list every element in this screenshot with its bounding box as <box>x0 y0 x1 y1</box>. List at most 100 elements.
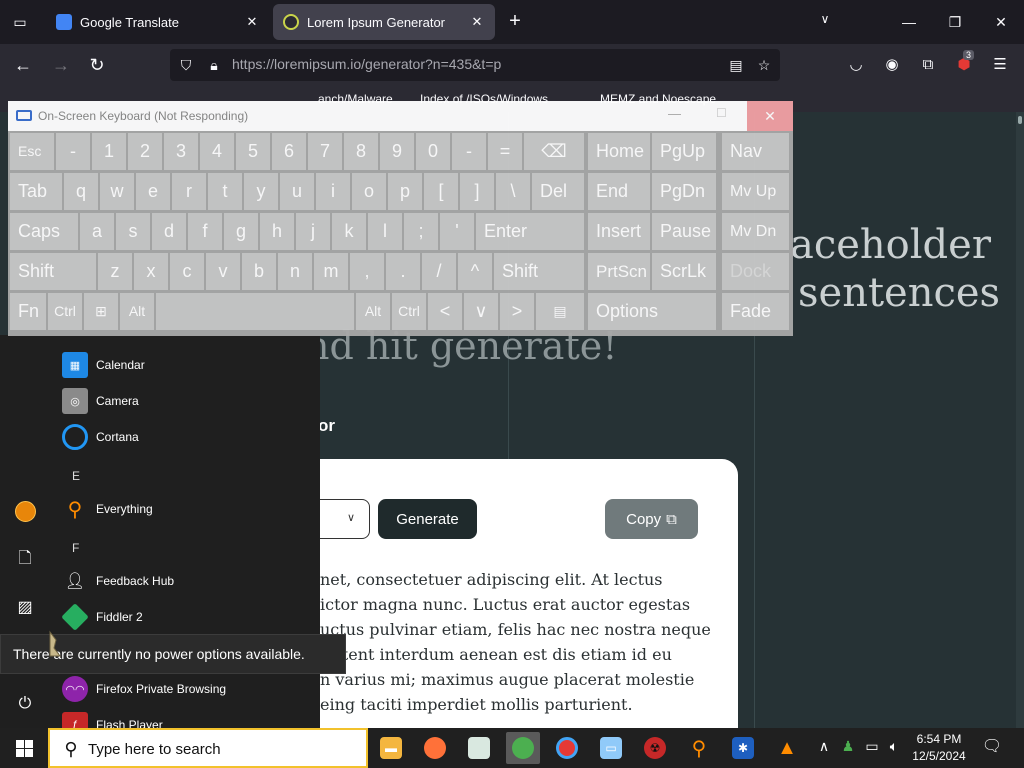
key-dock[interactable]: Dock <box>722 253 789 290</box>
restore-window-icon[interactable]: ❐ <box>932 8 978 36</box>
key[interactable]: r <box>172 173 206 210</box>
key[interactable]: h <box>260 213 294 250</box>
key[interactable]: 0 <box>416 133 450 170</box>
key[interactable]: e <box>136 173 170 210</box>
list-item[interactable]: 👤︎ Feedback Hub <box>62 564 174 598</box>
key-left-arrow[interactable]: < <box>428 293 462 330</box>
chrome-taskbar-icon[interactable] <box>550 732 584 764</box>
key[interactable]: \ <box>496 173 530 210</box>
notification-center-icon[interactable]: 🗨︎ <box>980 736 1004 760</box>
list-item[interactable]: ⚲ Everything <box>62 492 153 526</box>
key[interactable]: 2 <box>128 133 162 170</box>
key[interactable]: ; <box>404 213 438 250</box>
everything-taskbar-icon[interactable]: ⚲ <box>682 732 716 764</box>
key-down-arrow[interactable]: ∨ <box>464 293 498 330</box>
url-bar[interactable]: ⛉ 🔒︎ https://loremipsum.io/generator?n=4… <box>170 49 780 81</box>
maximize-icon[interactable]: ☐ <box>716 106 727 120</box>
url-text[interactable]: https://loremipsum.io/generator?n=435&t=… <box>232 56 501 72</box>
key-shift-right[interactable]: Shift <box>494 253 584 290</box>
key-up-arrow[interactable]: ^ <box>458 253 492 290</box>
key-end[interactable]: End <box>588 173 650 210</box>
menu-key-icon[interactable]: ▤ <box>536 293 584 330</box>
account-icon[interactable]: ◉ <box>880 53 904 77</box>
close-icon[interactable]: ✕ <box>747 101 793 131</box>
firefox-taskbar-icon[interactable] <box>418 732 452 764</box>
vlc-taskbar-icon[interactable]: ▲ <box>770 732 804 764</box>
key[interactable]: 8 <box>344 133 378 170</box>
key[interactable]: u <box>280 173 314 210</box>
section-letter[interactable]: E <box>72 469 80 483</box>
forward-icon[interactable]: → <box>48 52 74 78</box>
extensions-icon[interactable]: ⧉ <box>916 53 940 77</box>
key-mv-up[interactable]: Mv Up <box>722 173 789 210</box>
volume-icon[interactable]: 🔈︎ <box>884 738 904 755</box>
key-prtscn[interactable]: PrtScn <box>588 253 650 290</box>
key-ctrl-left[interactable]: Ctrl <box>48 293 82 330</box>
list-item[interactable]: ◎ Camera <box>62 384 139 418</box>
key[interactable]: l <box>368 213 402 250</box>
key[interactable]: / <box>422 253 456 290</box>
close-tab-icon[interactable]: ✕ <box>244 14 260 30</box>
key-home[interactable]: Home <box>588 133 650 170</box>
new-tab-icon[interactable]: + <box>503 10 527 34</box>
key[interactable]: 9 <box>380 133 414 170</box>
tab-lorem-ipsum[interactable]: Lorem Ipsum Generator ✕ <box>273 4 495 40</box>
key-alt-right[interactable]: Alt <box>356 293 390 330</box>
list-item[interactable]: Fiddler 2 <box>61 600 143 634</box>
people-taskbar-icon[interactable] <box>506 732 540 764</box>
key[interactable]: q <box>64 173 98 210</box>
key-pgup[interactable]: PgUp <box>652 133 716 170</box>
list-item[interactable]: Cortana <box>62 420 139 454</box>
generate-button[interactable]: Generate <box>378 499 477 539</box>
hamburger-menu-icon[interactable]: ☰ <box>988 53 1012 77</box>
key[interactable]: 3 <box>164 133 198 170</box>
power-icon[interactable]: ⏻ <box>13 692 37 716</box>
tracking-protection-icon[interactable]: ⛉ <box>176 55 196 75</box>
key-scrlk[interactable]: ScrLk <box>652 253 716 290</box>
key[interactable]: ' <box>440 213 474 250</box>
key[interactable]: j <box>296 213 330 250</box>
notepad-taskbar-icon[interactable] <box>462 732 496 764</box>
documents-icon[interactable]: 🗋︎ <box>13 547 37 571</box>
key-mv-dn[interactable]: Mv Dn <box>722 213 789 250</box>
key-fade[interactable]: Fade <box>722 293 789 330</box>
key[interactable]: 4 <box>200 133 234 170</box>
key[interactable]: = <box>488 133 522 170</box>
reload-icon[interactable]: ↻ <box>84 52 110 78</box>
list-item[interactable]: ▦ Calendar <box>62 348 145 382</box>
user-avatar[interactable] <box>15 501 36 522</box>
windows-key-icon[interactable]: ⊞ <box>84 293 118 330</box>
key-insert[interactable]: Insert <box>588 213 650 250</box>
key[interactable]: a <box>80 213 114 250</box>
key-options[interactable]: Options <box>588 293 716 330</box>
key-right-arrow[interactable]: > <box>500 293 534 330</box>
key[interactable]: 1 <box>92 133 126 170</box>
key[interactable]: y <box>244 173 278 210</box>
key[interactable]: p <box>388 173 422 210</box>
key[interactable]: t <box>208 173 242 210</box>
key[interactable]: g <box>224 213 258 250</box>
show-hidden-icons-icon[interactable]: ∧ <box>814 738 834 755</box>
key[interactable]: k <box>332 213 366 250</box>
minimize-icon[interactable]: — <box>668 106 681 121</box>
key[interactable]: d <box>152 213 186 250</box>
key[interactable]: z <box>98 253 132 290</box>
key[interactable]: . <box>386 253 420 290</box>
key[interactable]: , <box>350 253 384 290</box>
key-esc[interactable]: Esc <box>10 133 54 170</box>
key[interactable]: [ <box>424 173 458 210</box>
list-item[interactable]: ◠◠ Firefox Private Browsing <box>62 672 226 706</box>
bookmark-star-icon[interactable]: ☆ <box>754 55 774 75</box>
list-item[interactable]: ƒ Flash Player <box>62 708 163 728</box>
key-nav[interactable]: Nav <box>722 133 789 170</box>
close-tab-icon[interactable]: ✕ <box>469 14 485 30</box>
key[interactable]: b <box>242 253 276 290</box>
key[interactable]: - <box>56 133 90 170</box>
osk-titlebar[interactable]: On-Screen Keyboard (Not Responding) — ☐ … <box>8 101 793 131</box>
key[interactable]: ] <box>460 173 494 210</box>
tab-google-translate[interactable]: Google Translate ✕ <box>46 4 270 40</box>
key-alt-left[interactable]: Alt <box>120 293 154 330</box>
puzzle-taskbar-icon[interactable]: ✱ <box>726 732 760 764</box>
key-pgdn[interactable]: PgDn <box>652 173 716 210</box>
section-letter[interactable]: F <box>72 541 79 555</box>
